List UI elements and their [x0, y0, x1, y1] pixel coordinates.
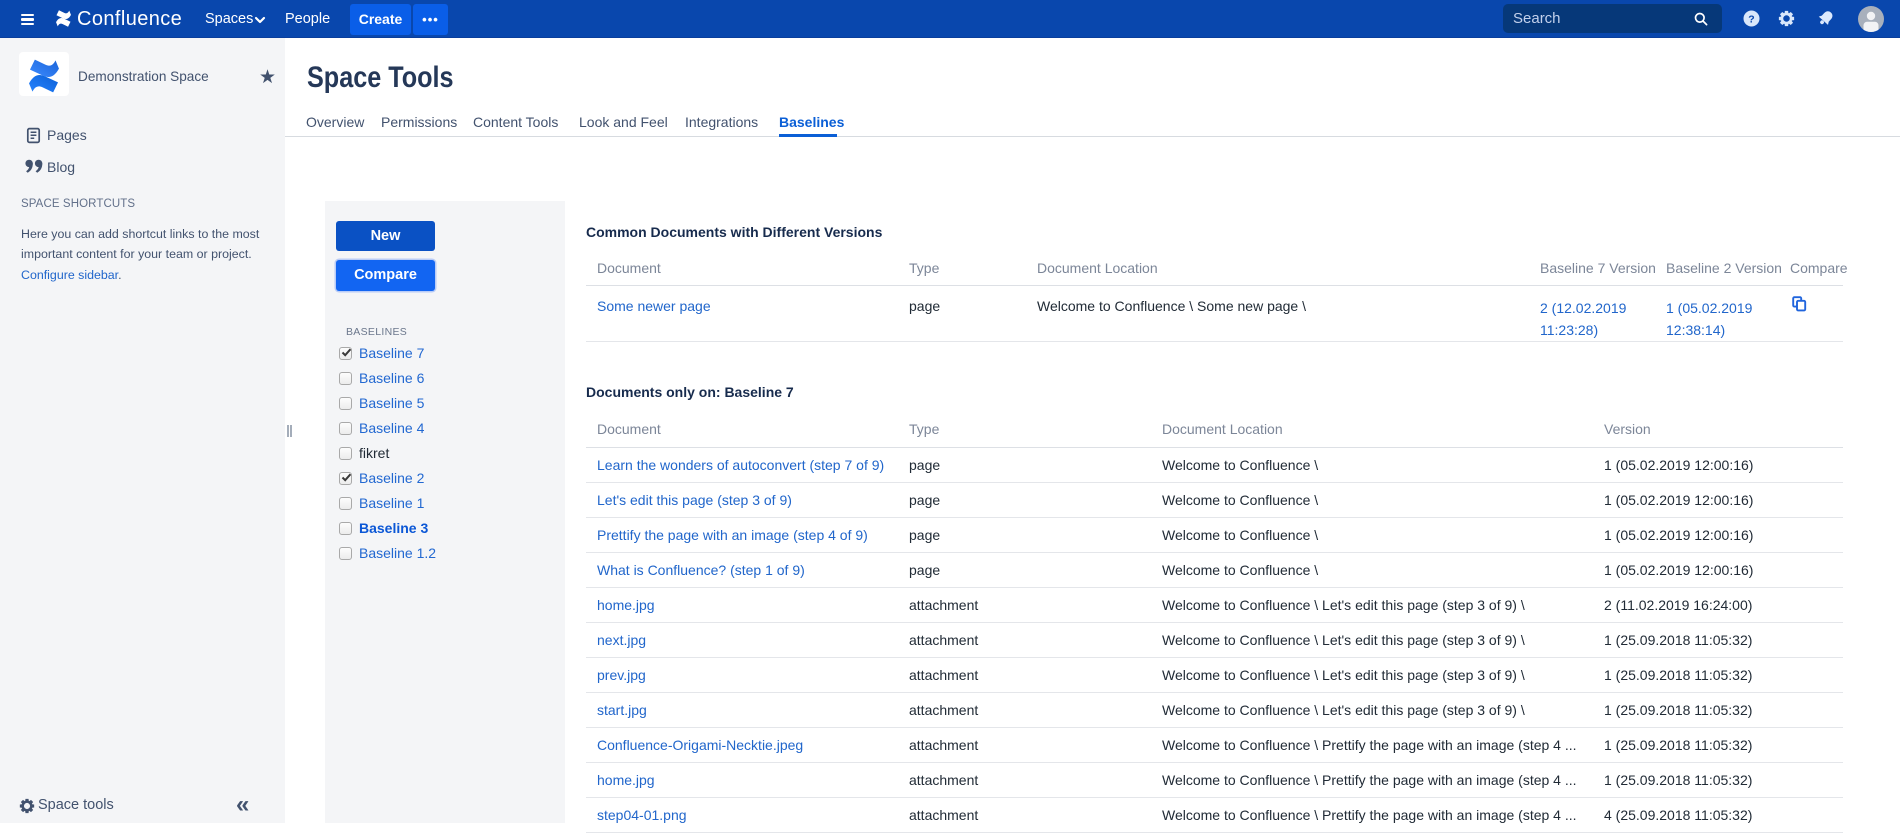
svg-text:?: ?	[1748, 13, 1754, 25]
